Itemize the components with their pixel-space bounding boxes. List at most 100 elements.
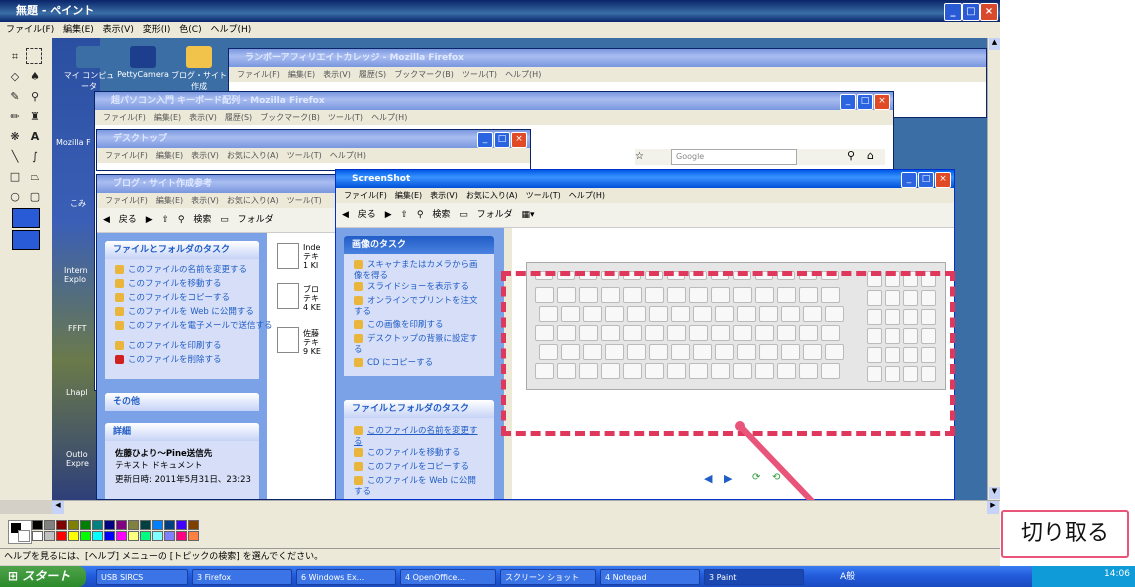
start-button[interactable]: ⊞ スタート	[0, 566, 86, 587]
color-swatch[interactable]	[164, 520, 175, 530]
airbrush-icon[interactable]: ❋	[6, 128, 24, 146]
color-swatch[interactable]	[68, 520, 79, 530]
close-button[interactable]: ×	[511, 132, 527, 148]
task-slideshow[interactable]: スライドショーを表示する	[354, 282, 469, 293]
search-input[interactable]: Google	[671, 149, 797, 165]
forward-button[interactable]: ▶	[385, 210, 392, 220]
menu-item[interactable]: ブックマーク(B)	[260, 113, 320, 122]
color-swatch[interactable]	[116, 531, 127, 541]
search-button[interactable]: ⚲ 検索	[417, 210, 450, 220]
up-folder-icon[interactable]: ⇧	[400, 210, 408, 220]
task-order-prints[interactable]: オンラインでプリントを注文する	[354, 296, 484, 318]
close-button[interactable]: ×	[935, 172, 951, 188]
menu-item[interactable]: ツール(T)	[287, 196, 322, 205]
taskbar-item-firefox[interactable]: 3 Firefox	[192, 569, 292, 585]
menu-item[interactable]: 編集(E)	[156, 151, 183, 160]
rect-select-icon[interactable]	[26, 48, 42, 64]
file-tasks-header[interactable]: ファイルとフォルダのタスク	[344, 400, 494, 418]
color-swatch[interactable]	[44, 531, 55, 541]
menu-item[interactable]: 履歴(S)	[359, 70, 386, 79]
menu-item[interactable]: ツール(T)	[462, 70, 497, 79]
rounded-rect-icon[interactable]: ▢	[26, 188, 44, 206]
color-swatch[interactable]	[164, 531, 175, 541]
taskbar-item-explorer[interactable]: 6 Windows Ex...	[296, 569, 396, 585]
close-button[interactable]: ×	[874, 94, 890, 110]
back-button[interactable]: ◀ 戻る	[103, 215, 137, 225]
menu-item[interactable]: ファイル(F)	[237, 70, 280, 79]
color-swatch[interactable]	[44, 520, 55, 530]
color-swatch[interactable]	[104, 531, 115, 541]
task-email[interactable]: このファイルを電子メールで送信する	[115, 321, 273, 332]
menu-item[interactable]: 表示(V)	[430, 191, 458, 200]
brush-icon[interactable]: ♜	[26, 108, 44, 126]
minimize-button[interactable]: _	[840, 94, 856, 110]
menu-help[interactable]: ヘルプ(H)	[210, 25, 251, 35]
maximize-button[interactable]: □	[857, 94, 873, 110]
vertical-scrollbar[interactable]: ▲ ▼	[987, 38, 1001, 500]
color-swatch[interactable]	[32, 531, 43, 541]
menu-item[interactable]: 表示(V)	[191, 151, 219, 160]
menu-view[interactable]: 表示(V)	[103, 25, 134, 35]
polygon-icon[interactable]: ⏢	[26, 168, 44, 186]
text-file-icon[interactable]	[277, 327, 299, 353]
menu-item[interactable]: ツール(T)	[526, 191, 561, 200]
file-tasks-header[interactable]: ファイルとフォルダのタスク	[105, 241, 259, 259]
up-folder-icon[interactable]: ⇧	[161, 215, 169, 225]
fill-icon[interactable]: ♠	[26, 68, 44, 86]
menu-colors[interactable]: 色(C)	[179, 25, 201, 35]
color-swatch[interactable]	[140, 531, 151, 541]
color-swatch[interactable]	[32, 520, 43, 530]
opaque-option-icon[interactable]	[12, 230, 40, 250]
taskbar-item-openoffice[interactable]: 4 OpenOffice...	[400, 569, 496, 585]
taskbar-item-screenshot[interactable]: スクリーン ショット	[500, 569, 596, 585]
menu-item[interactable]: ファイル(F)	[105, 196, 148, 205]
scroll-left-icon[interactable]: ◀	[52, 501, 64, 514]
menu-item[interactable]: お気に入り(A)	[227, 196, 279, 205]
menu-item[interactable]: 編集(E)	[154, 113, 181, 122]
forward-button[interactable]: ▶	[146, 215, 153, 225]
color-swatch[interactable]	[116, 520, 127, 530]
menu-item[interactable]: ファイル(F)	[103, 113, 146, 122]
menu-image[interactable]: 変形(I)	[143, 25, 171, 35]
taskbar-item-notepad[interactable]: 4 Notepad	[600, 569, 700, 585]
color-swatch[interactable]	[176, 531, 187, 541]
star-icon[interactable]: ☆	[635, 151, 644, 162]
view-menu-icon[interactable]: ▦▾	[522, 210, 535, 220]
task-scanner[interactable]: スキャナまたはカメラから画像を得る	[354, 260, 484, 282]
home-icon[interactable]: ⌂	[867, 149, 874, 162]
color-swatch[interactable]	[152, 520, 163, 530]
menu-item[interactable]: 表示(V)	[191, 196, 219, 205]
menu-item[interactable]: ツール(T)	[287, 151, 322, 160]
menu-file[interactable]: ファイル(F)	[6, 25, 54, 35]
folders-button[interactable]: ▭ フォルダ	[220, 215, 273, 225]
menu-item[interactable]: 編集(E)	[156, 196, 183, 205]
horizontal-scrollbar[interactable]: ◀ ▶	[52, 500, 1000, 515]
search-button[interactable]: ⚲ 検索	[178, 215, 211, 225]
color-swatch[interactable]	[68, 531, 79, 541]
menu-item[interactable]: ブックマーク(B)	[394, 70, 454, 79]
color-swatch[interactable]	[56, 531, 67, 541]
free-select-icon[interactable]: ⌗	[6, 48, 24, 66]
menu-item[interactable]: ツール(T)	[328, 113, 363, 122]
task-copy[interactable]: このファイルをコピーする	[115, 293, 230, 304]
minimize-button[interactable]: _	[477, 132, 493, 148]
color-picker-icon[interactable]: ✎	[6, 88, 24, 106]
task-publish[interactable]: このファイルを Web に公開する	[354, 476, 484, 498]
scroll-right-icon[interactable]: ▶	[987, 501, 999, 514]
other-header[interactable]: その他	[105, 393, 259, 411]
magnifier-icon[interactable]: ⚲	[26, 88, 44, 106]
search-icon[interactable]: ⚲	[847, 149, 855, 162]
menu-edit[interactable]: 編集(E)	[63, 25, 94, 35]
color-swatch[interactable]	[176, 520, 187, 530]
details-header[interactable]: 詳細	[105, 423, 259, 441]
menu-item[interactable]: 編集(E)	[395, 191, 422, 200]
task-copy[interactable]: このファイルをコピーする	[354, 462, 469, 473]
pencil-icon[interactable]: ✏	[6, 108, 24, 126]
desktop-icon-pettycamera[interactable]: PettyCamera	[114, 46, 172, 79]
color-swatch[interactable]	[128, 520, 139, 530]
desktop-icon-blog-folder[interactable]: ブログ・サイト作成	[170, 46, 228, 92]
rectangle-icon[interactable]: □	[6, 168, 24, 186]
menu-item[interactable]: ヘルプ(H)	[505, 70, 541, 79]
folders-button[interactable]: ▭ フォルダ	[459, 210, 512, 220]
text-file-icon[interactable]	[277, 283, 299, 309]
